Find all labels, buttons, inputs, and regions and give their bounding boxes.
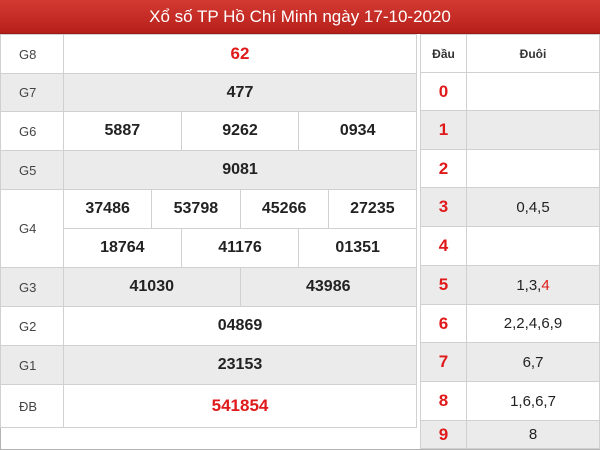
- dau-cell: 4: [420, 226, 467, 266]
- dau-cell: 9: [420, 420, 467, 449]
- prize-label-g5: G5: [0, 150, 64, 190]
- dau-header: Đầu: [420, 34, 467, 73]
- duoi-digits: 1,3,: [516, 276, 542, 294]
- prize-label-g3: G3: [0, 267, 64, 307]
- duoi-cell: 1,6,6,7: [466, 381, 600, 421]
- dau-cell: 8: [420, 381, 467, 421]
- duoi-cell: [466, 72, 600, 111]
- prize-table: G8 62 G7 477 G6 5887 9262 0934 G5 9081 G…: [0, 34, 417, 428]
- prize-g6-number: 9262: [180, 112, 299, 150]
- prize-label-g1: G1: [0, 345, 64, 385]
- duoi-cell: 2,2,4,6,9: [466, 304, 600, 343]
- prize-label-g7: G7: [0, 73, 64, 112]
- duoi-cell: [466, 226, 600, 266]
- prize-label-g8: G8: [0, 34, 64, 74]
- prize-g3-number: 43986: [239, 268, 417, 306]
- prize-g1-number: 23153: [63, 345, 417, 385]
- dau-cell: 3: [420, 187, 467, 227]
- prize-g7-number: 477: [63, 73, 417, 112]
- prize-g4-number: 27235: [327, 190, 416, 228]
- prize-label-g6: G6: [0, 111, 64, 151]
- prize-g4-number: 41176: [180, 229, 299, 267]
- prize-g4-number: 18764: [100, 239, 145, 256]
- dau-cell: 5: [420, 265, 467, 305]
- dau-cell: 2: [420, 149, 467, 188]
- page-title: Xổ số TP Hồ Chí Minh ngày 17-10-2020: [0, 0, 600, 34]
- duoi-header: Đuôi: [466, 34, 600, 73]
- duoi-cell: 8: [466, 420, 600, 449]
- duoi-cell: 1,3,4: [466, 265, 600, 305]
- prize-g2-number: 04869: [63, 306, 417, 346]
- prize-g4-number: 01351: [298, 229, 416, 267]
- dau-duoi-table: Đầu Đuôi 0 1 2 3 0,4,5 4 5 1,3,4 6 2,2,4…: [420, 34, 600, 449]
- prize-g8-number: 62: [63, 34, 417, 74]
- prize-g4-number: 45266: [239, 190, 328, 228]
- prize-label-special: ĐB: [0, 384, 64, 428]
- dau-cell: 6: [420, 304, 467, 343]
- dau-cell: 7: [420, 342, 467, 382]
- prize-g4-number: 53798: [151, 190, 239, 228]
- prize-g4-number: 37486: [85, 200, 130, 217]
- dau-cell: 0: [420, 72, 467, 111]
- duoi-cell: 0,4,5: [466, 187, 600, 227]
- prize-g6-number: 5887: [104, 122, 141, 139]
- prize-g3-cell: 41030 43986: [63, 267, 417, 307]
- duoi-cell: [466, 110, 600, 150]
- prize-special-number: 541854: [63, 384, 417, 428]
- duoi-cell: 6,7: [466, 342, 600, 382]
- duoi-digit-highlight: 4: [541, 276, 550, 294]
- prize-g6-number: 0934: [298, 112, 416, 150]
- prize-label-g2: G2: [0, 306, 64, 346]
- prize-g4-cell-row1: 37486 53798 45266 27235: [63, 189, 417, 229]
- dau-cell: 1: [420, 110, 467, 150]
- prize-g4-cell-row2: 18764 41176 01351: [63, 228, 417, 268]
- prize-label-g4: G4: [0, 189, 64, 268]
- prize-g3-number: 41030: [129, 278, 175, 295]
- prize-g6-cell: 5887 9262 0934: [63, 111, 417, 151]
- prize-g5-number: 9081: [63, 150, 417, 190]
- duoi-cell: [466, 149, 600, 188]
